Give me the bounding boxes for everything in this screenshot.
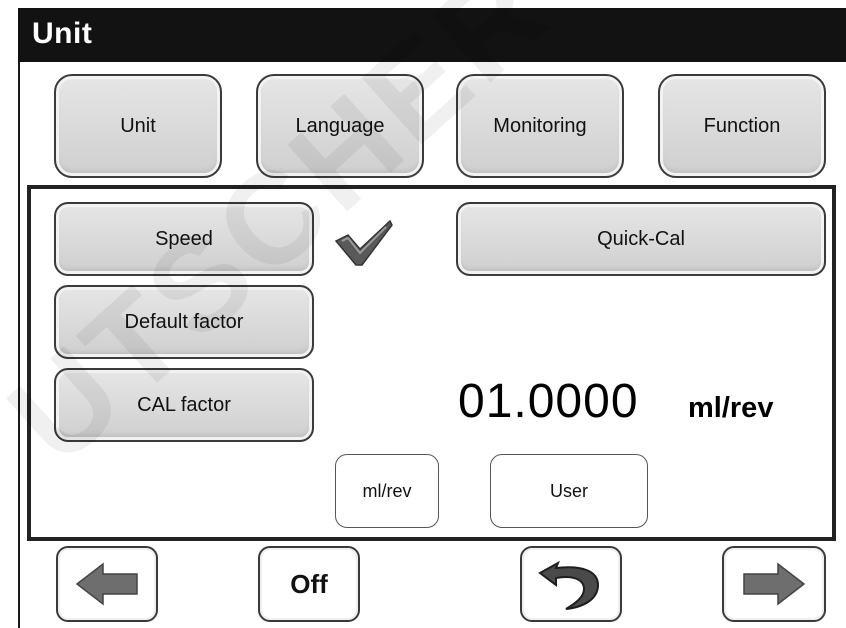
speed-button[interactable]: Speed	[54, 202, 314, 276]
off-button-label: Off	[290, 568, 328, 599]
title-bar: Unit	[18, 8, 846, 62]
ml-rev-option-button[interactable]: ml/rev	[335, 454, 439, 528]
user-option-button[interactable]: User	[490, 454, 648, 528]
tab-language[interactable]: Language	[256, 74, 424, 178]
quick-cal-button[interactable]: Quick-Cal	[456, 202, 826, 276]
calibration-value-unit: ml/rev	[688, 392, 774, 424]
arrow-right-icon	[743, 562, 806, 606]
forward-button[interactable]	[722, 546, 826, 622]
off-button[interactable]: Off	[258, 546, 360, 622]
user-option-label: User	[549, 480, 588, 501]
tab-monitoring-label: Monitoring	[493, 114, 587, 137]
cal-factor-button[interactable]: CAL factor	[54, 368, 314, 442]
tab-function[interactable]: Function	[658, 74, 826, 178]
undo-arrow-icon	[538, 560, 600, 610]
back-button[interactable]	[56, 546, 158, 622]
tab-function-label: Function	[703, 114, 781, 137]
arrow-left-icon	[75, 562, 138, 606]
undo-button[interactable]	[520, 546, 622, 622]
tab-language-label: Language	[295, 114, 385, 137]
window-title: Unit	[32, 17, 93, 50]
cal-factor-button-label: CAL factor	[137, 393, 231, 416]
quick-cal-button-label: Quick-Cal	[597, 227, 685, 250]
calibration-value: 01.0000	[458, 375, 639, 428]
default-factor-button[interactable]: Default factor	[54, 285, 314, 359]
default-factor-button-label: Default factor	[124, 310, 244, 333]
tab-monitoring[interactable]: Monitoring	[456, 74, 624, 178]
speed-button-label: Speed	[155, 227, 213, 250]
checkmark-icon	[334, 219, 393, 266]
ml-rev-option-label: ml/rev	[362, 480, 412, 501]
tab-unit[interactable]: Unit	[54, 74, 222, 178]
tab-unit-label: Unit	[120, 114, 156, 137]
